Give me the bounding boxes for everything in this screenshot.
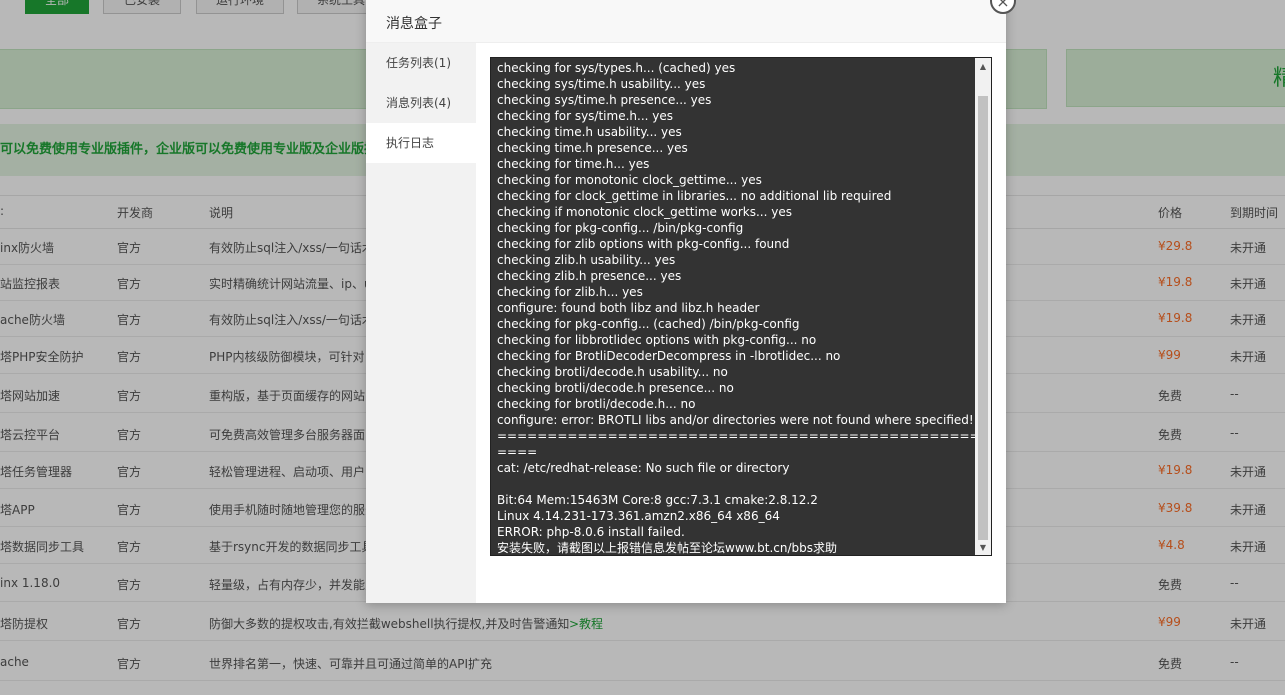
log-line: checking sys/time.h presence... yes — [497, 93, 712, 107]
log-line: checking zlib.h usability... yes — [497, 253, 676, 267]
scroll-down-icon[interactable]: ▼ — [975, 541, 991, 555]
log-line: checking time.h usability... yes — [497, 125, 682, 139]
log-line: checking for sys/time.h... yes — [497, 109, 673, 123]
log-line: checking for time.h... yes — [497, 157, 650, 171]
log-line: checking sys/time.h usability... yes — [497, 77, 706, 91]
log-line: checking for pkg-config... /bin/pkg-conf… — [497, 221, 744, 235]
log-scrollbar[interactable]: ▲ ▼ — [975, 58, 991, 555]
tab-task-list-label: 任务列表(1) — [386, 56, 451, 70]
modal-title: 消息盒子 — [386, 16, 442, 32]
log-line: checking for libbrotlidec options with p… — [497, 333, 817, 347]
log-line: ========================================… — [497, 429, 992, 443]
log-line: checking for pkg-config... (cached) /bin… — [497, 317, 800, 331]
scroll-thumb[interactable] — [978, 96, 988, 540]
tab-message-list-label: 消息列表(4) — [386, 96, 451, 110]
log-line: checking for brotli/decode.h... no — [497, 397, 696, 411]
log-line: checking for clock_gettime in libraries.… — [497, 189, 892, 203]
tab-message-list[interactable]: 消息列表(4) — [366, 83, 476, 123]
log-line: checking for monotonic clock_gettime... … — [497, 173, 762, 187]
log-line: cat: /etc/redhat-release: No such file o… — [497, 461, 790, 475]
log-line: checking zlib.h presence... yes — [497, 269, 682, 283]
log-line: ERROR: php-8.0.6 install failed. — [497, 525, 685, 539]
log-line: checking brotli/decode.h usability... no — [497, 365, 728, 379]
log-line: checking for zlib options with pkg-confi… — [497, 237, 790, 251]
tab-execution-log-label: 执行日志 — [386, 136, 435, 150]
tab-task-list[interactable]: 任务列表(1) — [366, 43, 476, 83]
log-line: Linux 4.14.231-173.361.amzn2.x86_64 x86_… — [497, 509, 780, 523]
tab-execution-log[interactable]: 执行日志 — [366, 123, 476, 163]
scroll-up-icon[interactable]: ▲ — [975, 60, 991, 74]
log-line: checking if monotonic clock_gettime work… — [497, 205, 792, 219]
log-line: configure: found both libz and libz.h he… — [497, 301, 760, 315]
log-line: configure: error: BROTLI libs and/or dir… — [497, 413, 974, 427]
log-line: checking for zlib.h... yes — [497, 285, 643, 299]
log-line: 安装失败，请截图以上报错信息发帖至论坛www.bt.cn/bbs求助 — [497, 541, 838, 555]
log-line: checking for sys/types.h... (cached) yes — [497, 61, 736, 75]
modal-titlebar: 消息盒子 — [366, 0, 1006, 43]
message-box-modal: 消息盒子 × 任务列表(1) 消息列表(4) 执行日志 checking for… — [366, 0, 1016, 603]
modal-sidebar: 任务列表(1) 消息列表(4) 执行日志 — [366, 43, 476, 603]
log-line: checking brotli/decode.h presence... no — [497, 381, 734, 395]
log-line: Bit:64 Mem:15463M Core:8 gcc:7.3.1 cmake… — [497, 493, 818, 507]
log-output: checking for sys/types.h... (cached) yes… — [497, 60, 992, 555]
execution-log-console[interactable]: checking for sys/types.h... (cached) yes… — [490, 57, 992, 556]
log-line: checking time.h presence... yes — [497, 141, 688, 155]
log-line: ==== — [497, 445, 538, 459]
log-line: checking for BrotliDecoderDecompress in … — [497, 349, 841, 363]
